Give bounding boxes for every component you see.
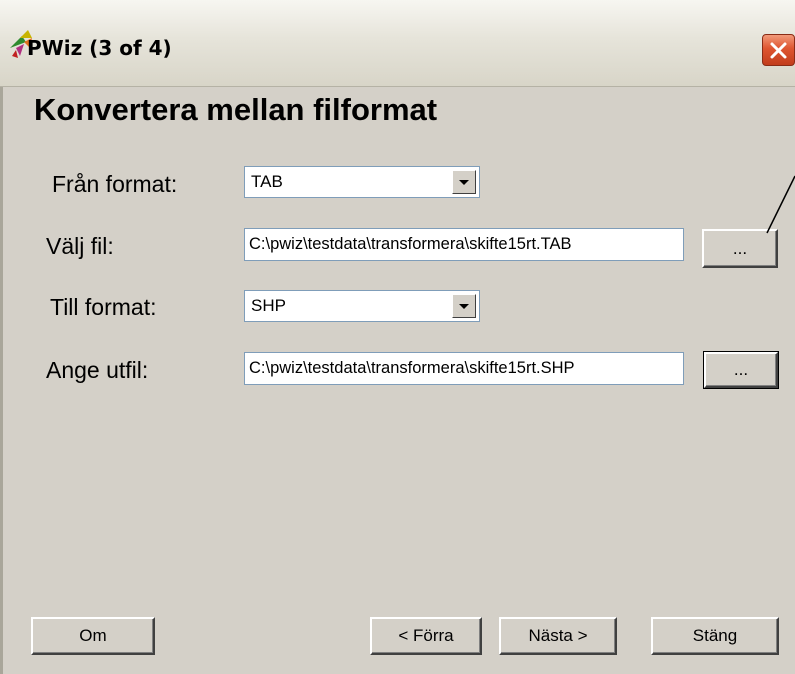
annotation-pointer-line <box>766 175 795 234</box>
wizard-window: PWiz (3 of 4) Konvertera mellan filforma… <box>0 0 795 674</box>
